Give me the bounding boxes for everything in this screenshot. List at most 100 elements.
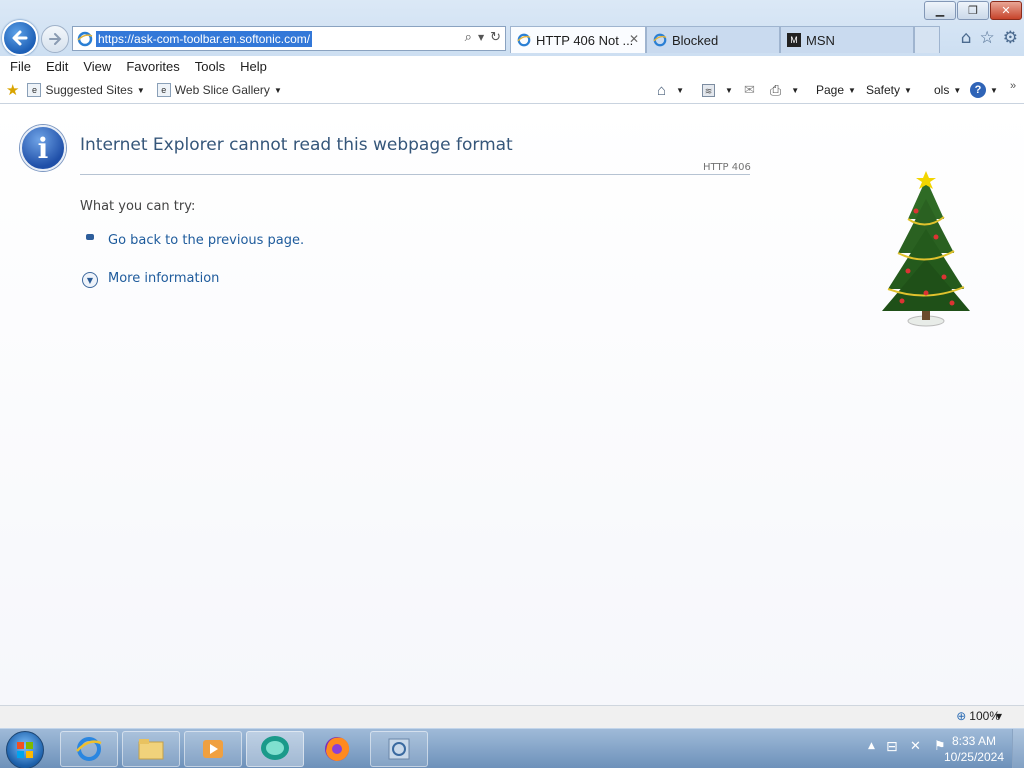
suggested-sites-label: Suggested Sites — [45, 83, 133, 97]
menu-help[interactable]: Help — [240, 59, 267, 74]
show-desktop-button[interactable] — [1012, 729, 1024, 768]
zoom-icon: ⊕ — [956, 709, 967, 723]
close-button[interactable]: ✕ — [990, 1, 1022, 20]
tab-blocked[interactable]: Blocked — [646, 26, 780, 53]
bullet-icon — [86, 234, 94, 240]
chevron-down-icon: ▼ — [953, 85, 962, 95]
safety-menu[interactable]: Safety ▼ — [866, 77, 912, 103]
chat-app-icon — [261, 736, 289, 760]
page-title: Internet Explorer cannot read this webpa… — [80, 135, 513, 155]
menu-favorites[interactable]: Favorites — [126, 59, 179, 74]
forward-arrow-icon — [49, 33, 62, 45]
chevron-down-icon: ▼ — [273, 85, 282, 95]
expand-chevron-icon[interactable]: ▼ — [82, 272, 98, 288]
try-heading: What you can try: — [80, 199, 196, 214]
menu-tools[interactable]: Tools — [195, 59, 225, 74]
ie-tab-icon — [517, 33, 531, 47]
control-panel-icon — [388, 738, 410, 760]
media-player-icon — [203, 740, 223, 758]
status-bar: ⊕ 100% ▼ — [0, 705, 1024, 728]
menu-file[interactable]: File — [10, 59, 31, 74]
feeds-command[interactable]: ≋ ▼ — [702, 77, 733, 103]
tab-label: MSN — [806, 32, 835, 48]
msn-logo-icon: M — [787, 33, 801, 47]
menu-bar: File Edit View Favorites Tools Help — [0, 56, 1024, 77]
web-slice-gallery-label: Web Slice Gallery — [174, 83, 270, 97]
help-icon: ? — [970, 82, 986, 98]
tab-http-406[interactable]: HTTP 406 Not ... ✕ — [510, 26, 646, 53]
http-error-code: HTTP 406 — [703, 162, 751, 173]
restore-button[interactable]: ❐ — [957, 1, 989, 20]
help-menu[interactable]: ? ▼ — [970, 77, 998, 103]
more-information-link[interactable]: More information — [108, 271, 219, 286]
taskbar-internet-explorer[interactable] — [60, 731, 118, 767]
volume-muted-icon[interactable]: ✕ — [910, 739, 921, 754]
home-icon: ⌂ — [657, 81, 667, 99]
home-command[interactable]: ⌂ ▼ — [657, 77, 684, 103]
tab-msn[interactable]: M MSN — [780, 26, 914, 53]
windows-logo-icon — [17, 742, 33, 758]
christmas-tree-decoration — [882, 171, 970, 327]
clock-date: 10/25/2024 — [943, 750, 1004, 764]
read-mail-command[interactable]: ✉ — [744, 77, 755, 103]
minimize-button[interactable]: ▁ — [924, 1, 956, 20]
address-url[interactable]: https://ask-com-toolbar.en.softonic.com/ — [96, 30, 313, 47]
search-icon[interactable]: ⌕ — [465, 30, 472, 45]
ie-page-icon — [77, 31, 93, 46]
clock-time: 8:33 AM — [951, 734, 996, 748]
ie-tab-icon — [653, 33, 667, 47]
tab-close-icon[interactable]: ✕ — [629, 32, 639, 46]
printer-icon: ⎙ — [770, 81, 782, 98]
dropdown-icon[interactable]: ▼ — [478, 33, 484, 45]
toolbar-overflow-chevron[interactable]: » — [1010, 73, 1016, 99]
go-back-link[interactable]: Go back to the previous page. — [108, 233, 304, 248]
chevron-down-icon[interactable]: ▼ — [996, 712, 1002, 721]
double-chevron-icon: » — [1010, 80, 1017, 92]
menu-edit[interactable]: Edit — [46, 59, 68, 74]
network-icon[interactable]: ⊟ — [886, 739, 898, 755]
new-tab-button[interactable] — [914, 26, 940, 53]
chevron-down-icon: ▼ — [676, 85, 684, 95]
taskbar-file-explorer[interactable] — [122, 731, 180, 767]
print-command[interactable]: ⎙ ▼ — [770, 77, 799, 103]
rss-feed-icon: ≋ — [702, 83, 715, 97]
favorites-bar: ★ e Suggested Sites ▼ e Web Slice Galler… — [0, 77, 1024, 104]
page-icon: e — [27, 83, 42, 97]
chevron-down-icon: ▼ — [791, 85, 800, 95]
tools-menu[interactable]: ols ▼ — [934, 77, 961, 103]
back-button[interactable] — [2, 20, 38, 56]
favorites-add-icon[interactable]: ★ — [6, 81, 19, 99]
gear-icon[interactable]: ⚙ — [1003, 28, 1018, 48]
forward-button[interactable] — [41, 25, 69, 53]
tab-label: Blocked — [672, 32, 719, 48]
tab-label: HTTP 406 Not ... — [536, 32, 634, 48]
address-bar[interactable]: https://ask-com-toolbar.en.softonic.com/… — [72, 26, 506, 51]
tray-expand-icon[interactable]: ▲ — [868, 741, 875, 751]
taskbar: ▲ ⊟ ✕ ⚑ 8:33 AM 10/25/2024 — [0, 728, 1024, 768]
chevron-down-icon: ▼ — [904, 85, 912, 95]
tools-menu-label: ols — [934, 83, 950, 97]
suggested-sites-link[interactable]: e Suggested Sites ▼ — [27, 83, 145, 97]
chevron-down-icon: ▼ — [725, 85, 733, 95]
folder-icon — [138, 739, 164, 760]
home-icon[interactable]: ⌂ — [961, 28, 972, 48]
taskbar-media-player[interactable] — [184, 731, 242, 767]
chevron-down-icon: ▼ — [136, 85, 145, 95]
page-icon: e — [156, 83, 171, 97]
refresh-icon[interactable]: ↻ — [490, 30, 501, 45]
taskbar-firefox[interactable] — [308, 731, 366, 767]
page-menu[interactable]: Page ▼ — [816, 77, 856, 103]
chevron-down-icon: ▼ — [990, 85, 998, 95]
favorites-star-icon[interactable]: ☆ — [980, 28, 995, 48]
mail-icon: ✉ — [744, 82, 755, 97]
system-clock[interactable]: 8:33 AM 10/25/2024 — [944, 733, 1004, 765]
menu-view[interactable]: View — [83, 59, 111, 74]
chevron-down-icon: ▼ — [848, 85, 856, 95]
taskbar-control-panel[interactable] — [370, 731, 428, 767]
divider — [80, 174, 750, 175]
web-slice-gallery-link[interactable]: e Web Slice Gallery ▼ — [156, 83, 282, 97]
taskbar-active-app[interactable] — [246, 731, 304, 767]
zoom-control[interactable]: ⊕ 100% — [956, 709, 1000, 723]
start-button[interactable] — [6, 731, 44, 768]
safety-menu-label: Safety — [866, 83, 901, 97]
